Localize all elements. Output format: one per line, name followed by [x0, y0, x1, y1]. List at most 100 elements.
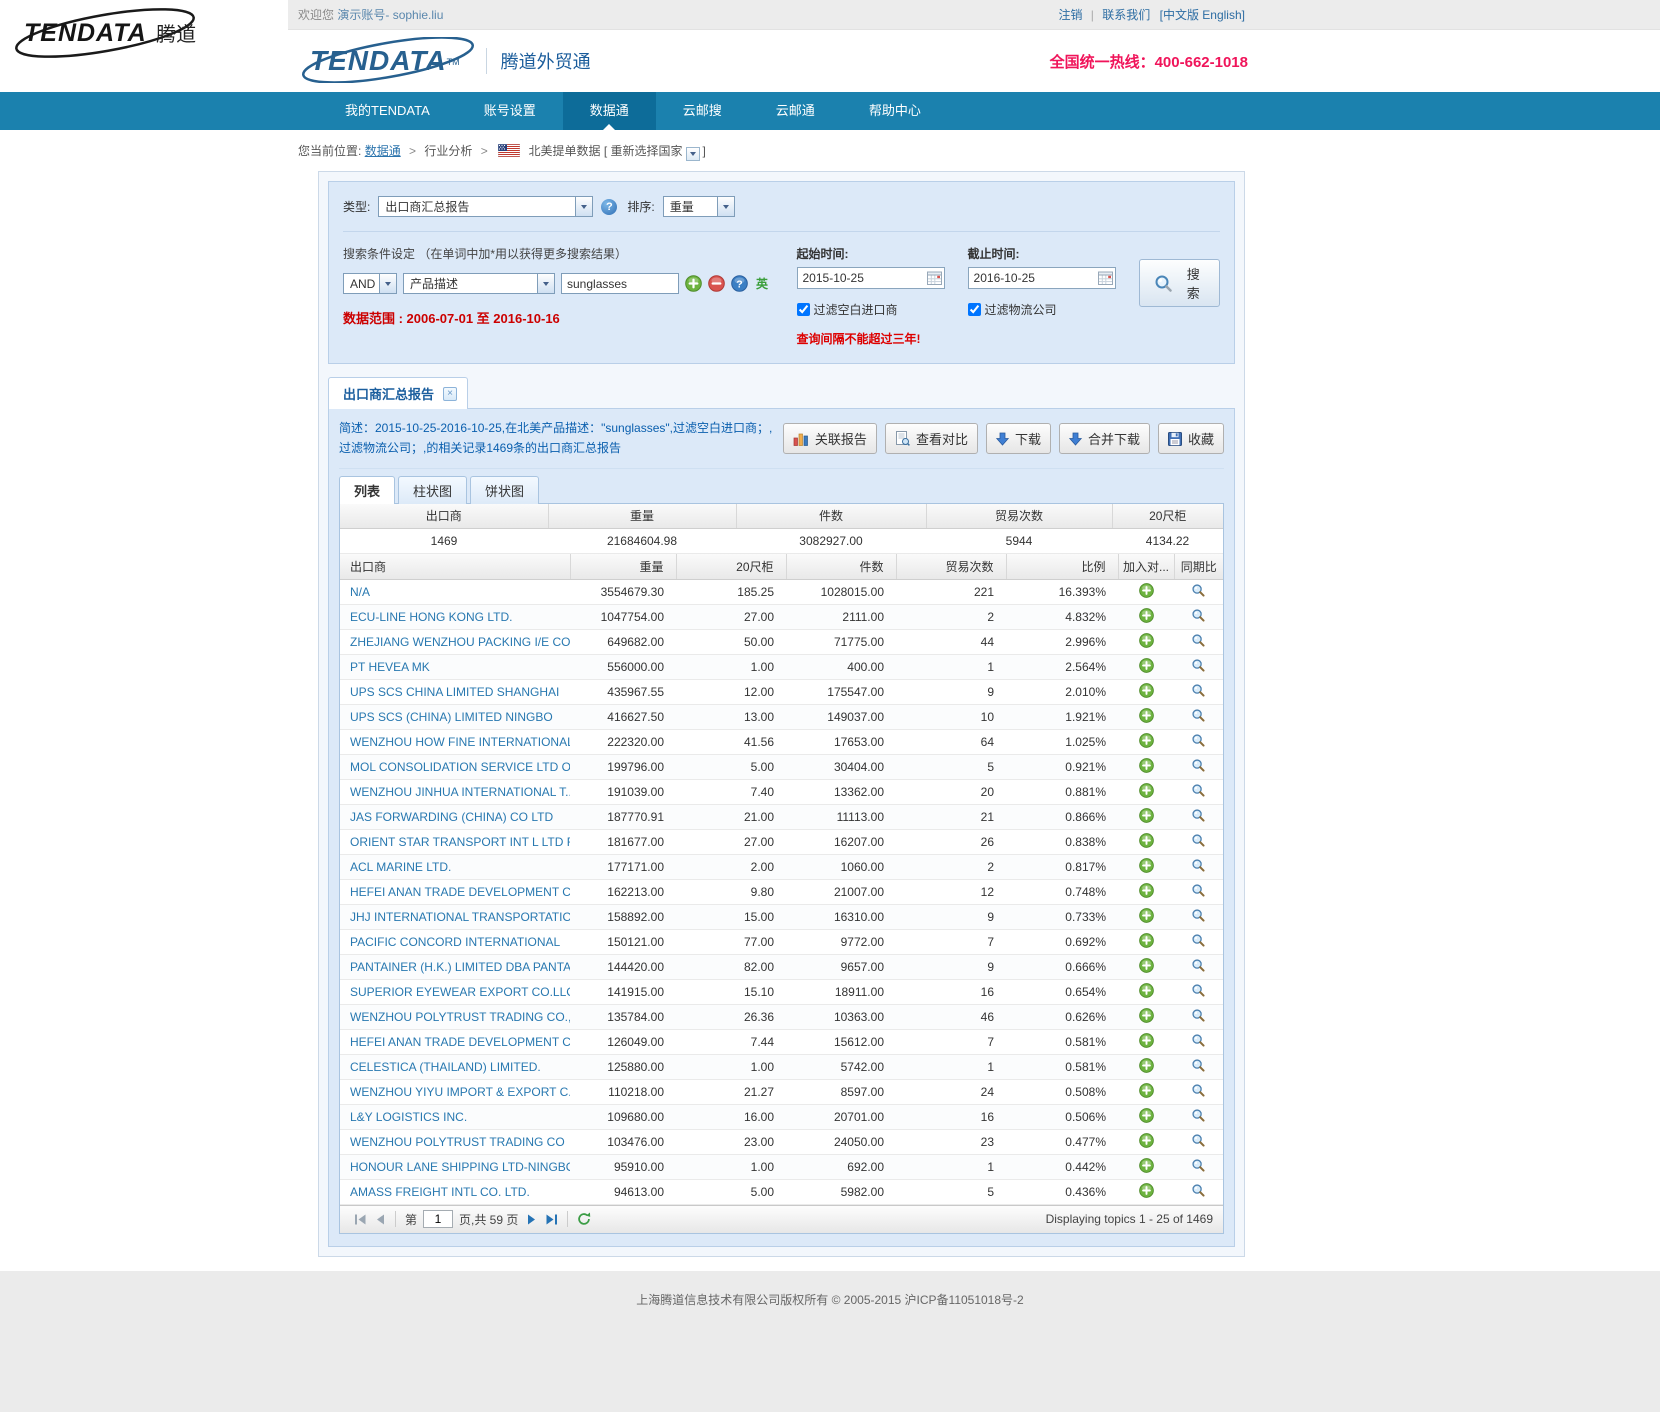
reselect-country-link[interactable]: [ 重新选择国家 [604, 144, 683, 158]
next-page-button[interactable] [522, 1212, 541, 1227]
exporter-name-link[interactable]: WENZHOU POLYTRUST TRADING CO [350, 1135, 565, 1149]
exporter-name-link[interactable]: JHJ INTERNATIONAL TRANSPORTATIO... [350, 910, 570, 924]
first-page-button[interactable] [350, 1212, 371, 1227]
add-to-compare-button[interactable] [1139, 783, 1154, 798]
exporter-name-link[interactable]: PACIFIC CONCORD INTERNATIONAL [350, 935, 560, 949]
period-compare-zoom-button[interactable] [1191, 858, 1206, 873]
calendar-icon[interactable] [1098, 271, 1113, 285]
add-to-compare-button[interactable] [1139, 1133, 1154, 1148]
add-to-compare-button[interactable] [1139, 1083, 1154, 1098]
exporter-name-link[interactable]: ZHEJIANG WENZHOU PACKING I/E CORP. [350, 635, 570, 649]
period-compare-zoom-button[interactable] [1191, 1058, 1206, 1073]
add-to-compare-button[interactable] [1139, 608, 1154, 623]
period-compare-zoom-button[interactable] [1191, 658, 1206, 673]
add-to-compare-button[interactable] [1139, 983, 1154, 998]
period-compare-zoom-button[interactable] [1191, 1183, 1206, 1198]
exporter-name-link[interactable]: PANTAINER (H.K.) LIMITED DBA PANTAI [350, 960, 570, 974]
exporter-name-link[interactable]: ORIENT STAR TRANSPORT INT L LTD RM [350, 835, 570, 849]
period-compare-zoom-button[interactable] [1191, 983, 1206, 998]
chevron-down-icon[interactable] [686, 147, 700, 161]
period-compare-zoom-button[interactable] [1191, 758, 1206, 773]
help-icon[interactable]: ? [601, 199, 617, 215]
add-to-compare-button[interactable] [1139, 833, 1154, 848]
exporter-name-link[interactable]: N/A [350, 585, 370, 599]
nav-item-cloud-mail[interactable]: 云邮通 [749, 92, 842, 130]
add-to-compare-button[interactable] [1139, 1008, 1154, 1023]
tab-bar-chart[interactable]: 柱状图 [398, 476, 467, 504]
favorite-button[interactable]: 收藏 [1158, 423, 1224, 454]
exporter-name-link[interactable]: UPS SCS CHINA LIMITED SHANGHAI [350, 685, 559, 699]
add-to-compare-button[interactable] [1139, 658, 1154, 673]
add-to-compare-button[interactable] [1139, 1108, 1154, 1123]
exporter-name-link[interactable]: MOL CONSOLIDATION SERVICE LTD O/B [350, 760, 570, 774]
start-date-input[interactable]: 2015-10-25 [797, 267, 945, 289]
sort-select[interactable]: 重量 [663, 196, 735, 217]
refresh-button[interactable] [573, 1210, 595, 1228]
exporter-name-link[interactable]: HEFEI ANAN TRADE DEVELOPMENT CO... [350, 1035, 570, 1049]
exporter-name-link[interactable]: PT HEVEA MK [350, 660, 430, 674]
prev-page-button[interactable] [371, 1212, 390, 1227]
period-compare-zoom-button[interactable] [1191, 958, 1206, 973]
exporter-name-link[interactable]: WENZHOU POLYTRUST TRADING CO., ... [350, 1010, 570, 1024]
exporter-name-link[interactable]: WENZHOU JINHUA INTERNATIONAL T... [350, 785, 570, 799]
exporter-name-link[interactable]: SUPERIOR EYEWEAR EXPORT CO.LLC [350, 985, 570, 999]
period-compare-zoom-button[interactable] [1191, 683, 1206, 698]
remove-condition-icon[interactable] [708, 275, 725, 292]
add-to-compare-button[interactable] [1139, 633, 1154, 648]
period-compare-zoom-button[interactable] [1191, 883, 1206, 898]
add-to-compare-button[interactable] [1139, 883, 1154, 898]
close-icon[interactable]: × [443, 387, 457, 401]
search-button[interactable]: 搜索 [1139, 259, 1220, 307]
tab-list[interactable]: 列表 [339, 476, 395, 504]
exporter-name-link[interactable]: L&Y LOGISTICS INC. [350, 1110, 467, 1124]
period-compare-zoom-button[interactable] [1191, 933, 1206, 948]
report-tab[interactable]: 出口商汇总报告 × [328, 377, 468, 409]
boolean-operator-select[interactable]: AND [343, 273, 397, 294]
period-compare-zoom-button[interactable] [1191, 633, 1206, 648]
exporter-name-link[interactable]: HONOUR LANE SHIPPING LTD-NINGBO [350, 1160, 570, 1174]
search-field-select[interactable]: 产品描述 [403, 273, 555, 294]
period-compare-zoom-button[interactable] [1191, 708, 1206, 723]
period-compare-zoom-button[interactable] [1191, 1083, 1206, 1098]
add-to-compare-button[interactable] [1139, 683, 1154, 698]
period-compare-zoom-button[interactable] [1191, 583, 1206, 598]
exporter-name-link[interactable]: UPS SCS (CHINA) LIMITED NINGBO [350, 710, 553, 724]
exporter-name-link[interactable]: JAS FORWARDING (CHINA) CO LTD [350, 810, 553, 824]
download-button[interactable]: 下载 [986, 423, 1051, 454]
filter-blank-importer-checkbox[interactable] [797, 303, 810, 316]
logout-link[interactable]: 注销 [1058, 8, 1082, 22]
merge-download-button[interactable]: 合并下载 [1059, 423, 1150, 454]
period-compare-zoom-button[interactable] [1191, 733, 1206, 748]
add-to-compare-button[interactable] [1139, 808, 1154, 823]
add-to-compare-button[interactable] [1139, 958, 1154, 973]
period-compare-zoom-button[interactable] [1191, 1108, 1206, 1123]
add-to-compare-button[interactable] [1139, 1058, 1154, 1073]
period-compare-zoom-button[interactable] [1191, 1008, 1206, 1023]
add-to-compare-button[interactable] [1139, 908, 1154, 923]
period-compare-zoom-button[interactable] [1191, 808, 1206, 823]
add-to-compare-button[interactable] [1139, 1183, 1154, 1198]
period-compare-zoom-button[interactable] [1191, 833, 1206, 848]
exporter-name-link[interactable]: WENZHOU YIYU IMPORT & EXPORT C... [350, 1085, 570, 1099]
english-toggle[interactable]: 英 [756, 275, 768, 292]
exporter-name-link[interactable]: WENZHOU HOW FINE INTERNATIONAL... [350, 735, 570, 749]
breadcrumb-link-datahub[interactable]: 数据通 [365, 144, 401, 158]
add-to-compare-button[interactable] [1139, 708, 1154, 723]
period-compare-zoom-button[interactable] [1191, 1133, 1206, 1148]
add-to-compare-button[interactable] [1139, 583, 1154, 598]
keyword-input[interactable] [561, 273, 679, 294]
report-type-select[interactable]: 出口商汇总报告 [378, 196, 593, 217]
period-compare-zoom-button[interactable] [1191, 1158, 1206, 1173]
period-compare-zoom-button[interactable] [1191, 608, 1206, 623]
add-to-compare-button[interactable] [1139, 758, 1154, 773]
nav-item-help-center[interactable]: 帮助中心 [842, 92, 948, 130]
period-compare-zoom-button[interactable] [1191, 783, 1206, 798]
filter-logistics-checkbox[interactable] [968, 303, 981, 316]
nav-item-data-hub[interactable]: 数据通 [563, 92, 656, 130]
exporter-name-link[interactable]: ACL MARINE LTD. [350, 860, 451, 874]
add-to-compare-button[interactable] [1139, 733, 1154, 748]
calendar-icon[interactable] [927, 271, 942, 285]
exporter-name-link[interactable]: CELESTICA (THAILAND) LIMITED. [350, 1060, 541, 1074]
related-report-button[interactable]: 关联报告 [783, 423, 877, 454]
add-to-compare-button[interactable] [1139, 858, 1154, 873]
